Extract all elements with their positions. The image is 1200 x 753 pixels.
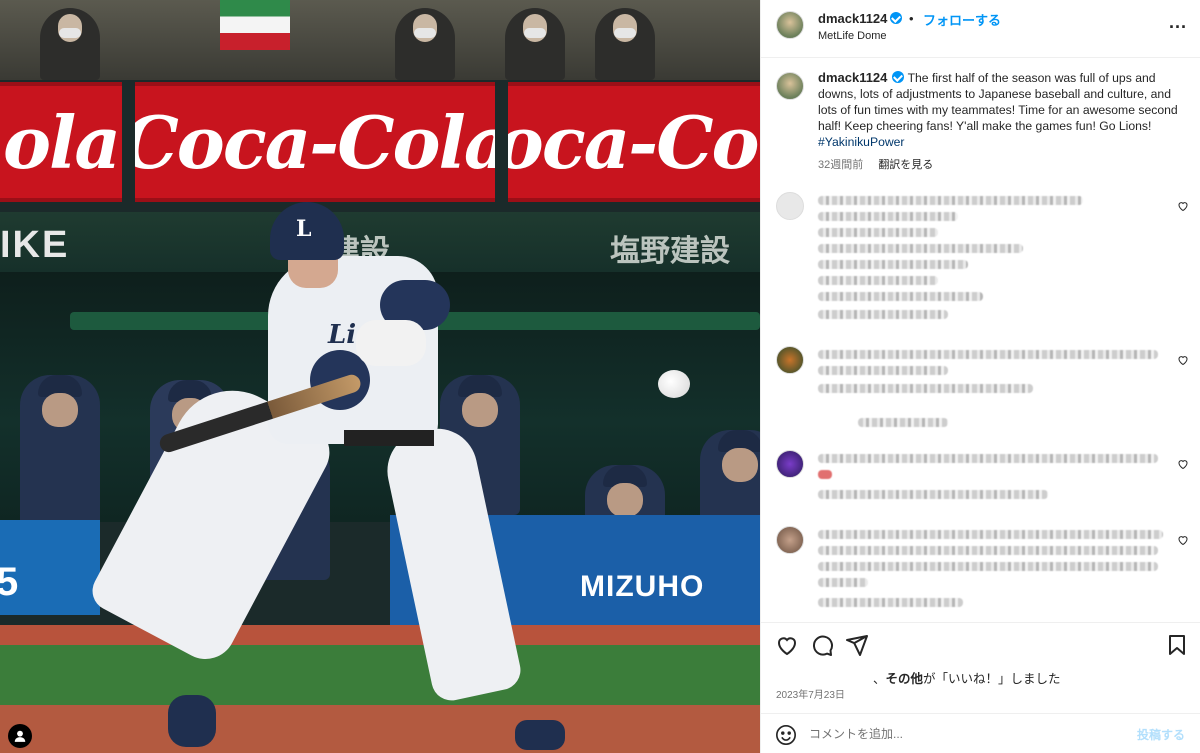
action-bar [761, 622, 1200, 662]
redacted-text [818, 244, 1023, 253]
redacted-text [818, 310, 948, 319]
like-comment-heart-icon[interactable] [1177, 534, 1189, 546]
redacted-text [818, 598, 963, 607]
batter: Lions L [0, 0, 760, 753]
batter-belt [344, 430, 434, 446]
post-comment-button[interactable]: 投稿する [1137, 726, 1185, 743]
redacted-text [818, 350, 1158, 359]
like-comment-heart-icon[interactable] [1177, 458, 1189, 470]
post-sidebar: dmack1124 • フォローする MetLife Dome ... dmac… [760, 0, 1200, 753]
time-ago[interactable]: 32週間前 [818, 159, 863, 171]
post-photo[interactable]: ola Coca-Cola Coca-Cola IKE 野建設 塩野建設 5 M… [0, 0, 760, 753]
batter-shoe [515, 720, 565, 750]
redacted-text [818, 212, 958, 221]
like-comment-heart-icon[interactable] [1177, 354, 1189, 366]
username-text[interactable]: dmack1124 [818, 11, 887, 26]
redacted-text [818, 292, 983, 301]
comment-input[interactable] [809, 725, 1109, 743]
more-options-icon[interactable]: ... [1169, 12, 1187, 33]
verified-badge-icon [892, 71, 905, 83]
likes-suffix: が「いいね！」しました [923, 672, 1061, 686]
redacted-text [818, 530, 1163, 539]
avatar[interactable] [776, 346, 804, 374]
likes-others-link[interactable]: その他 [886, 672, 924, 686]
caption-text: dmack1124 The first half of the season w… [818, 70, 1185, 150]
save-bookmark-icon[interactable] [1165, 633, 1189, 657]
post-date[interactable]: 2023年7月23日 [776, 686, 845, 701]
redacted-text [818, 366, 948, 375]
redacted-text [818, 260, 968, 269]
avatar[interactable] [776, 526, 804, 554]
redacted-text [818, 196, 1083, 205]
redacted-text [818, 470, 832, 479]
hashtag-link[interactable]: #YakinikuPower [818, 135, 904, 149]
caption-meta: 32週間前 翻訳を見る [818, 156, 1185, 172]
batter-shoe [168, 695, 216, 747]
post-username[interactable]: dmack1124 [818, 11, 903, 26]
redacted-text [818, 228, 938, 237]
redacted-text [818, 490, 1048, 499]
helmet-logo: L [296, 216, 312, 242]
batting-gloves [356, 320, 426, 366]
batting-helmet: L [270, 202, 344, 260]
avatar[interactable] [776, 192, 804, 220]
avatar[interactable] [776, 450, 804, 478]
redacted-text [818, 562, 1158, 571]
share-send-icon[interactable] [845, 633, 869, 657]
comment-composer: 投稿する [761, 713, 1200, 753]
like-comment-heart-icon[interactable] [1177, 200, 1189, 212]
redacted-text [818, 578, 868, 587]
user-tag-icon[interactable] [8, 724, 32, 748]
caption-username[interactable]: dmack1124 [818, 70, 887, 85]
avatar[interactable] [776, 11, 804, 39]
likes-summary: 、その他が「いいね！」しました [873, 668, 1061, 687]
likes-prefix: 、 [873, 672, 886, 686]
redacted-text [818, 546, 1158, 555]
comment-bubble-icon[interactable] [810, 633, 834, 657]
redacted-text [818, 384, 1033, 393]
batter-leg [380, 421, 525, 705]
redacted-text [818, 454, 1158, 463]
location-link[interactable]: MetLife Dome [818, 30, 886, 42]
redacted-text [818, 276, 938, 285]
follow-button[interactable]: フォローする [923, 10, 1001, 29]
translate-button[interactable]: 翻訳を見る [878, 159, 933, 171]
redacted-text [858, 418, 948, 427]
verified-badge-icon [890, 12, 903, 24]
like-heart-icon[interactable] [775, 633, 799, 657]
avatar[interactable] [776, 72, 804, 100]
emoji-icon[interactable] [775, 724, 797, 746]
caption: dmack1124 The first half of the season w… [761, 58, 1200, 172]
post-header: dmack1124 • フォローする MetLife Dome ... [761, 0, 1200, 58]
separator: • [909, 11, 914, 26]
